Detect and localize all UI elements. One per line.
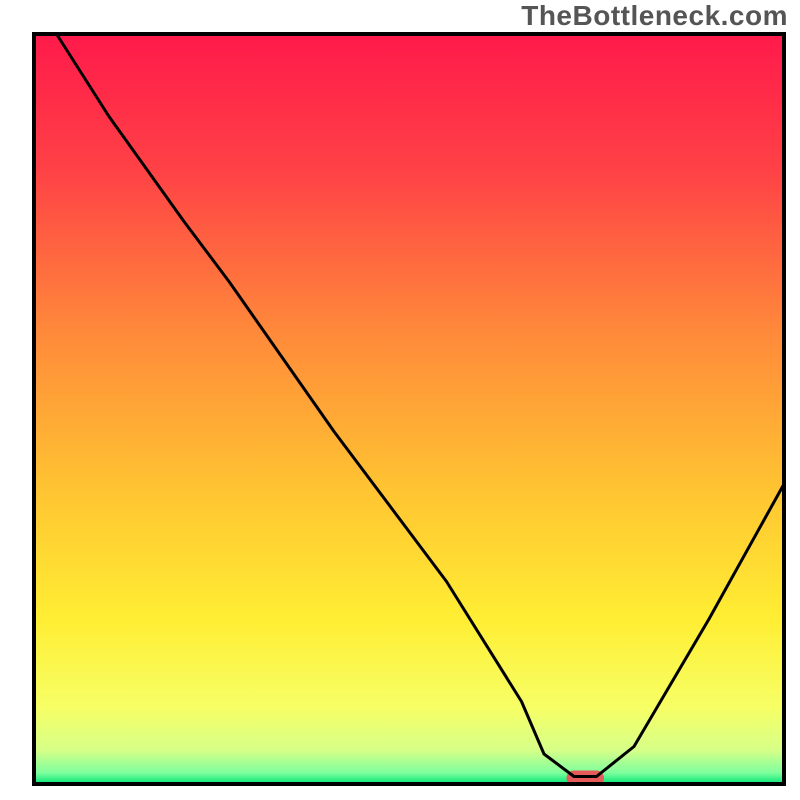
bottleneck-chart: TheBottleneck.com (0, 0, 800, 800)
gradient-background (34, 34, 784, 784)
chart-svg (0, 0, 800, 800)
watermark-text: TheBottleneck.com (521, 0, 788, 32)
